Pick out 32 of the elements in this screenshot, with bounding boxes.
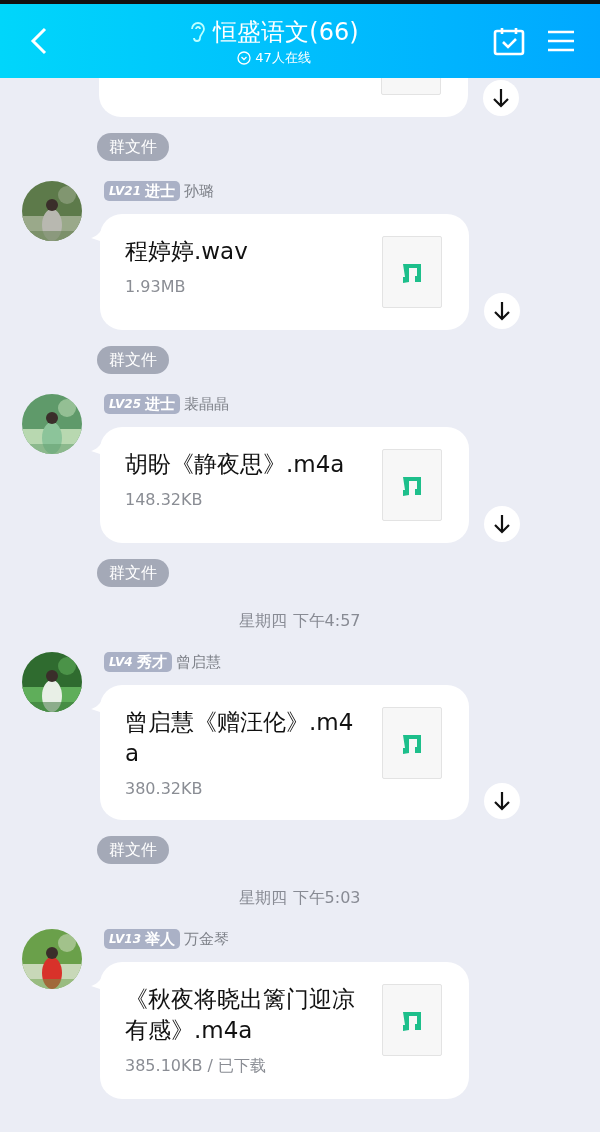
file-bubble[interactable]: 程婷婷.wav 1.93MB [100, 214, 469, 330]
level-title: 举人 [145, 929, 175, 949]
file-bubble[interactable]: 《秋夜将晓出篱门迎凉有感》.m4a 385.10KB / 已下载 [100, 962, 469, 1099]
file-size: 380.32KB [125, 779, 204, 798]
file-bubble[interactable]: 曾启慧《赠汪伦》.m4a 380.32KB [100, 685, 469, 820]
group-title: 恒盛语文(66) [213, 16, 359, 48]
file-name: 《秋夜将晓出篱门迎凉有感》.m4a [125, 985, 356, 1045]
sender-name: 孙璐 [184, 181, 214, 201]
file-name: 程婷婷.wav [125, 237, 249, 266]
file-name: 胡盼《静夜思》.m4a [125, 450, 346, 479]
timestamp: 星期四 下午5:03 [239, 888, 361, 909]
timestamp: 星期四 下午4:57 [239, 611, 361, 632]
file-size: 385.10KB / 已下载 [125, 1056, 267, 1077]
level-number: LV21 [109, 184, 141, 198]
file-tag: 群文件 [97, 836, 169, 864]
level-title: 进士 [145, 394, 175, 414]
sender-name: 万金琴 [184, 929, 229, 949]
level-number: LV4 [109, 655, 133, 669]
level-number: LV25 [109, 397, 141, 411]
level-title: 进士 [145, 181, 175, 201]
sender-name: 裴晶晶 [184, 394, 229, 414]
file-name: 曾启慧《赠汪伦》.m4a [125, 708, 355, 768]
level-title: 秀才 [136, 652, 167, 672]
sender-name: 曾启慧 [175, 652, 221, 672]
file-tag: 群文件 [97, 133, 169, 161]
file-bubble[interactable]: 胡盼《静夜思》.m4a 148.32KB [100, 427, 469, 543]
online-count: 47人在线 [255, 48, 311, 67]
file-size: 1.93MB [125, 277, 187, 296]
level-number: LV13 [109, 932, 141, 946]
file-tag: 群文件 [97, 559, 169, 587]
file-size: 148.32KB [125, 490, 204, 509]
file-tag: 群文件 [97, 346, 169, 374]
